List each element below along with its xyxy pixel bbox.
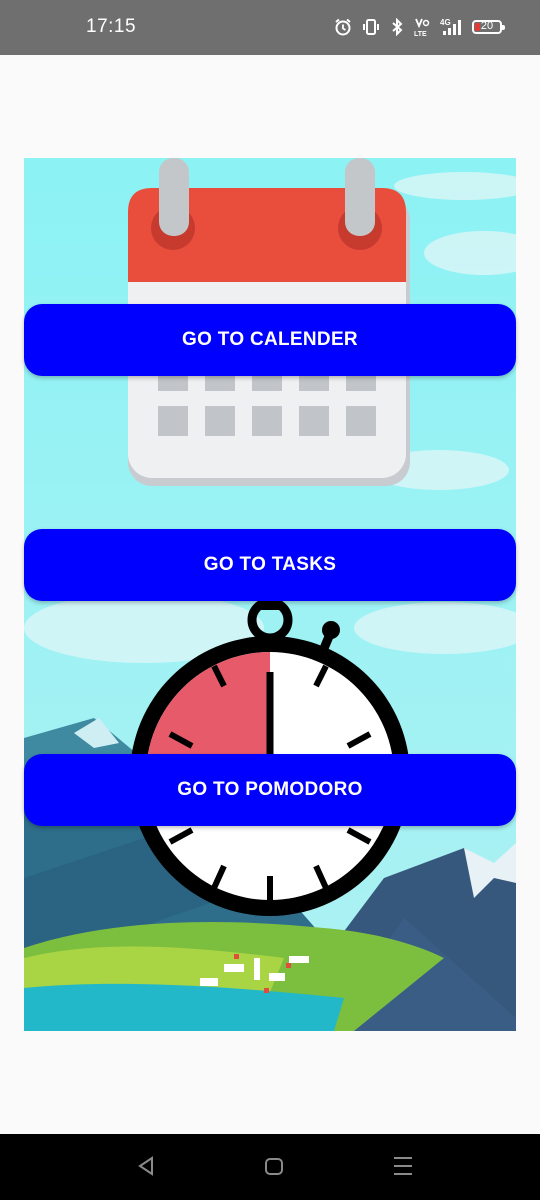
bluetooth-icon — [390, 18, 404, 36]
back-icon[interactable] — [136, 1154, 156, 1183]
vibrate-icon — [362, 18, 380, 36]
go-to-tasks-button[interactable]: GO TO TASKS — [24, 529, 516, 601]
go-to-calendar-button[interactable]: GO TO CALENDER — [24, 304, 516, 376]
status-bar: 17:15 LTE 4G 20 — [0, 0, 540, 55]
status-icons: LTE 4G 20 — [334, 14, 505, 40]
recents-icon[interactable] — [392, 1154, 414, 1183]
alarm-icon — [334, 18, 352, 36]
signal-4g-icon: 4G — [440, 17, 462, 37]
status-time: 17:15 — [86, 16, 137, 37]
battery-level: 20 — [480, 20, 494, 32]
svg-text:LTE: LTE — [414, 31, 427, 37]
home-icon[interactable] — [264, 1154, 284, 1183]
svg-text:4G: 4G — [440, 18, 451, 27]
battery-icon: 20 — [472, 20, 505, 34]
system-nav-bar — [0, 1134, 540, 1200]
go-to-pomodoro-button[interactable]: GO TO POMODORO — [24, 754, 516, 826]
volte-icon: LTE — [414, 17, 430, 37]
